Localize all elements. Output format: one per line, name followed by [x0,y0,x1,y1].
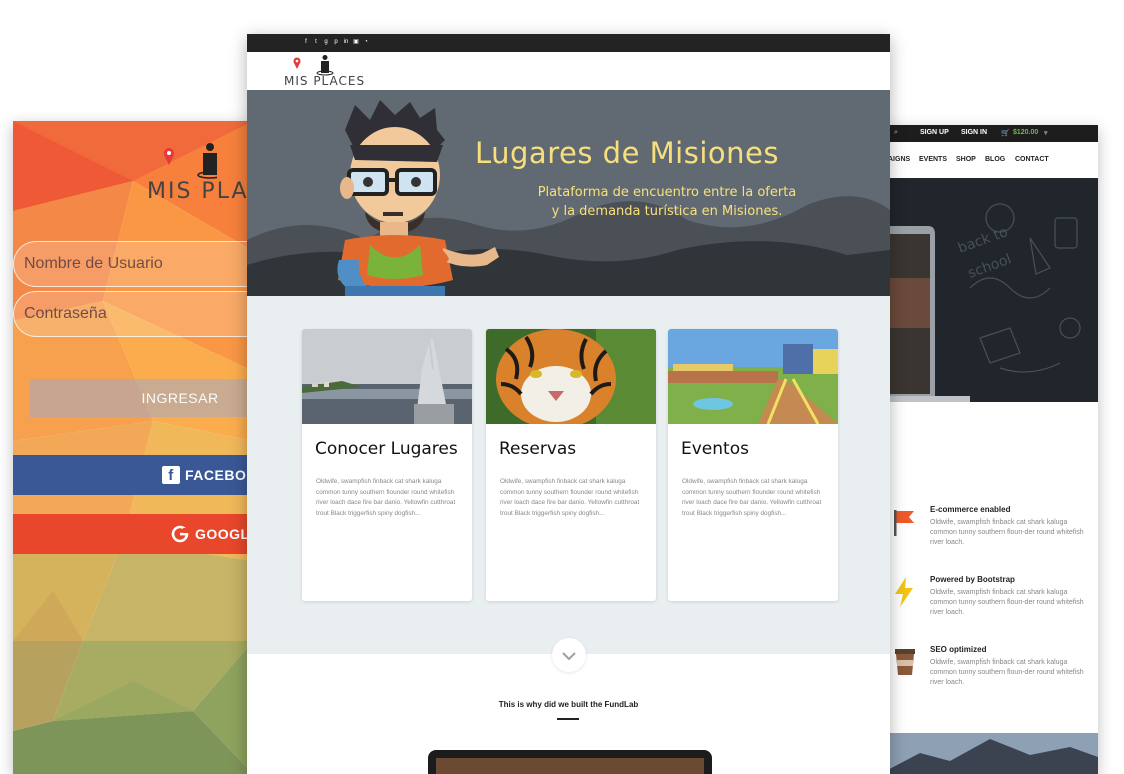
site-logo[interactable]: MIS PLACES [284,54,374,90]
cart-dropdown-icon[interactable]: ▾ [1044,129,1048,137]
sign-in-link[interactable]: SIGN IN [961,129,987,136]
heading-divider [557,718,579,720]
social-topbar: f t g p in ▣ ◔ [247,34,890,52]
hero-subtitle-line-1: Plataforma de encuentro entre la oferta [537,185,797,200]
flag-icon [894,510,914,536]
device-screen [436,758,704,774]
username-input[interactable]: Nombre de Usuario [13,241,253,287]
password-input[interactable]: Contraseña [13,291,253,337]
cart-total[interactable]: $120.00 [1013,129,1038,136]
feature-title: Powered by Bootstrap [930,575,1015,584]
rss-icon[interactable]: ◔ [363,38,369,46]
logo-pin-person-icon [164,143,223,179]
nav-item-events[interactable]: EVENTS [919,156,947,163]
google-plus-icon[interactable]: g [323,38,329,46]
card-image-hotel [668,329,838,424]
logo-pin-person-icon [293,55,334,76]
facebook-button-label: FACEBOOK [185,467,253,483]
scroll-down-button[interactable] [552,638,586,672]
cartoon-character-illustration [337,100,499,296]
cart-icon[interactable]: 🛒 [1001,129,1010,137]
feature-text: Oldwife, swampfish finback cat shark kal… [930,519,1084,546]
showcase-stage: MIS PLACES Nombre de Usuario Contraseña … [0,0,1124,774]
card-eventos[interactable]: Eventos Oldwife, swampfish finback cat s… [668,329,838,601]
hero-title: Lugares de Misiones [475,136,779,170]
card-image-tiger [486,329,656,424]
login-screen: MIS PLACES Nombre de Usuario Contraseña … [13,121,253,774]
feature-ecommerce: E-commerce enabled Oldwife, swampfish fi… [930,505,1090,548]
card-conocer-lugares[interactable]: Conocer Lugares Oldwife, swampfish finba… [302,329,472,601]
mountain-footer-image [880,733,1098,774]
facebook-icon[interactable]: f [303,38,309,46]
site-brand-text: MIS PLACES [284,74,366,88]
card-text: Oldwife, swampfish finback cat shark kal… [500,478,640,517]
card-title: Eventos [681,439,749,459]
login-brand-text: MIS PLACES [147,179,253,204]
facebook-login-button[interactable]: f FACEBOOK [13,455,253,495]
card-title: Reservas [499,439,577,459]
device-mockup [428,750,712,774]
mis-places-page: f t g p in ▣ ◔ MIS PLACES Lugares de Mis… [247,34,890,774]
nav-item-campaigns[interactable]: AIGNS [888,156,910,163]
feature-title: E-commerce enabled [930,505,1011,514]
lightning-icon [895,577,913,607]
hero-subtitle: Plataforma de encuentro entre la oferta … [497,183,837,221]
nav-item-shop[interactable]: SHOP [956,156,976,163]
instagram-icon[interactable]: ▣ [353,38,359,46]
twitter-icon[interactable]: t [313,38,319,46]
hero-banner: Lugares de Misiones Plataforma de encuen… [247,90,890,296]
hero-subtitle-line-2: y la demanda turística en Misiones. [551,204,783,219]
nav-item-contact[interactable]: CONTACT [1015,156,1049,163]
card-title: Conocer Lugares [315,439,458,459]
section-heading: This is why did we built the FundLab [498,700,639,709]
cards-section: Conocer Lugares Oldwife, swampfish finba… [247,296,890,654]
pinterest-icon[interactable]: p [333,38,339,46]
linkedin-icon[interactable]: in [343,38,349,46]
social-links: f t g p in ▣ ◔ [303,38,369,46]
login-button[interactable]: INGRESAR [30,379,253,417]
google-button-label: GOOGLE [195,526,253,542]
search-icon[interactable]: ⌕ [894,129,898,137]
card-text: Oldwife, swampfish finback cat shark kal… [682,478,822,517]
card-text: Oldwife, swampfish finback cat shark kal… [316,478,456,517]
feature-seo: SEO optimized Oldwife, swampfish finback… [930,645,1090,688]
sign-up-link[interactable]: SIGN UP [920,129,949,136]
feature-bootstrap: Powered by Bootstrap Oldwife, swampfish … [930,575,1090,618]
fundlab-topbar: ⌕ SIGN UP SIGN IN 🛒 $120.00 ▾ [880,125,1098,142]
chevron-down-icon [562,652,576,661]
card-reservas[interactable]: Reservas Oldwife, swampfish finback cat … [486,329,656,601]
google-icon [171,525,189,543]
coffee-cup-icon [895,649,915,675]
feature-text: Oldwife, swampfish finback cat shark kal… [930,659,1084,686]
site-header: MIS PLACES [247,52,890,90]
feature-title: SEO optimized [930,645,987,654]
fundlab-nav: AIGNS EVENTS SHOP BLOG CONTACT [880,142,1098,178]
fundlab-page: ⌕ SIGN UP SIGN IN 🛒 $120.00 ▾ AIGNS EVEN… [880,125,1098,774]
card-image-monument [302,329,472,424]
feature-text: Oldwife, swampfish finback cat shark kal… [930,589,1084,616]
low-poly-background [13,121,253,774]
google-login-button[interactable]: GOOGLE [13,514,253,554]
nav-item-blog[interactable]: BLOG [985,156,1005,163]
fundlab-hero-image: back to school [880,178,1098,402]
facebook-icon: f [162,466,180,484]
login-logo: MIS PLACES [147,141,253,204]
